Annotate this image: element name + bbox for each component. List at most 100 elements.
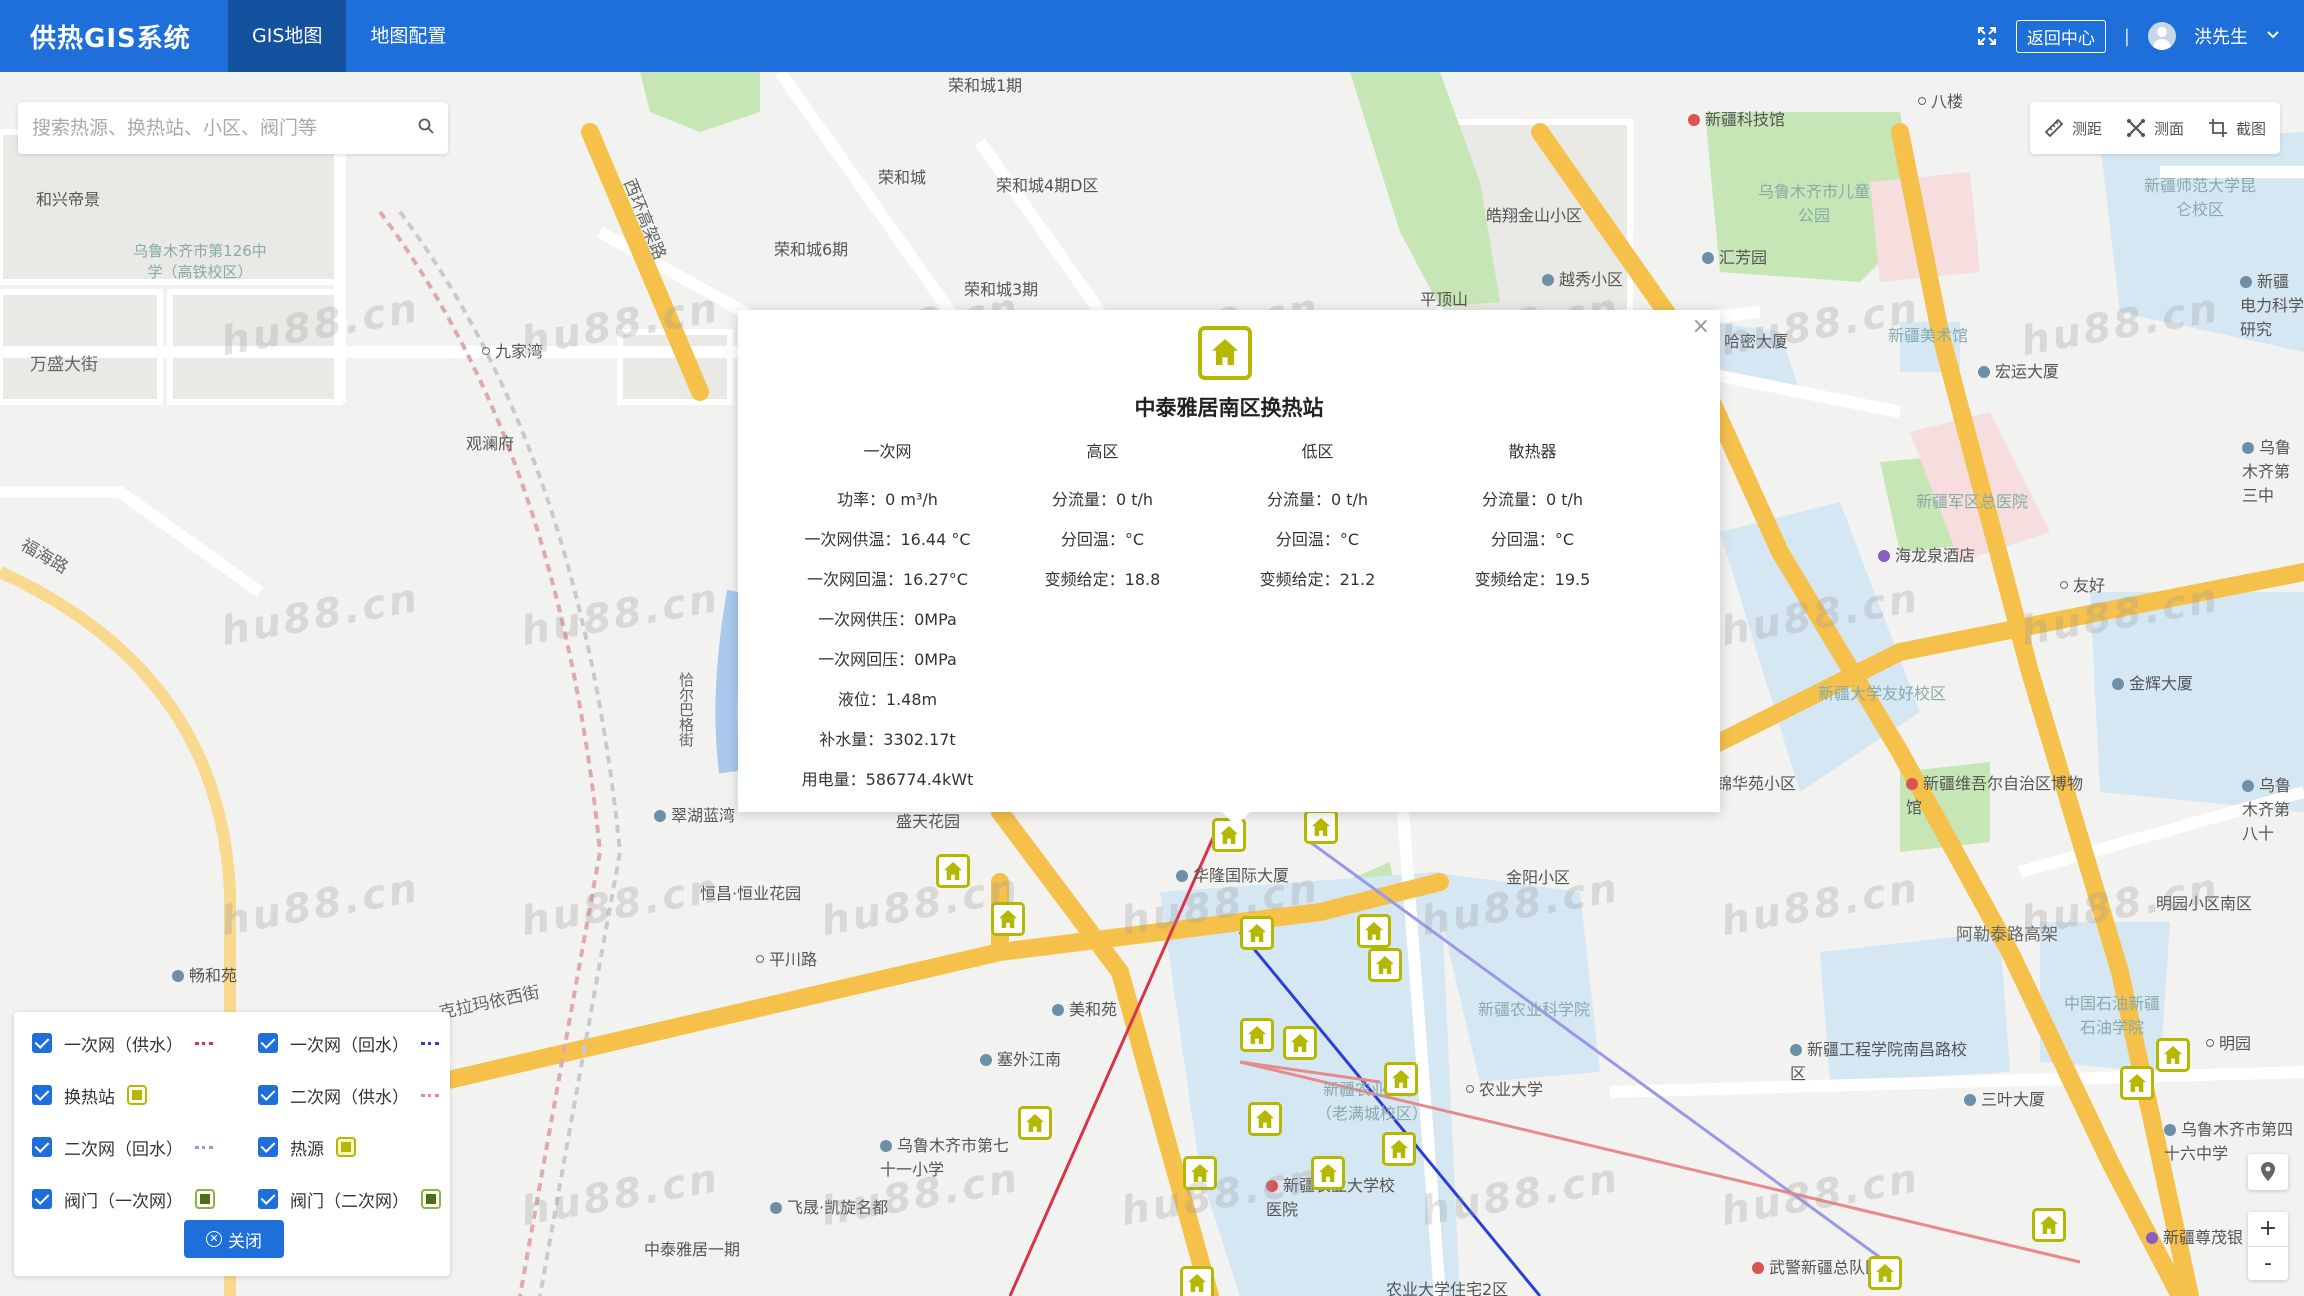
data-row: 一次网供压：0MPa xyxy=(818,610,957,629)
data-row: 分流量：0 t/h xyxy=(1481,490,1584,509)
popup-data-columns: 一次网 功率：0 m³/h 一次网供温：16.44 °C 一次网回温：16.27… xyxy=(738,438,1720,800)
legend-item-heat-station[interactable]: 换热站 xyxy=(32,1084,258,1108)
legend-label: 换热站 xyxy=(64,1087,115,1108)
legend-label: 一次网（供水） xyxy=(64,1035,183,1056)
layer-checkbox[interactable] xyxy=(258,1033,278,1053)
legend-label: 一次网（回水） xyxy=(290,1035,409,1056)
data-row: 分流量：0 t/h xyxy=(1051,490,1154,509)
locate-button[interactable] xyxy=(2248,1154,2288,1190)
search-box xyxy=(18,102,448,154)
heat-station-marker[interactable] xyxy=(1357,914,1391,948)
layer-checkbox[interactable] xyxy=(32,1189,52,1209)
layer-checkbox[interactable] xyxy=(258,1085,278,1105)
map-label: 和兴帝景 xyxy=(36,190,101,209)
top-bar: 供热GIS系统 GIS地图 地图配置 返回中心 | 洪先生 xyxy=(0,0,2304,72)
map-label: 海龙泉酒店 xyxy=(1878,542,1975,566)
heat-station-marker[interactable] xyxy=(2120,1066,2154,1100)
legend-items: 一次网（供水） 一次网（回水） 换热站 二次网（供水） 二次网（回水） 热源 阀… xyxy=(32,1032,458,1212)
data-row: 变频给定：19.5 xyxy=(1474,570,1591,589)
nav-gis-map[interactable]: GIS地图 xyxy=(228,0,347,72)
layer-checkbox[interactable] xyxy=(32,1137,52,1157)
map-label: 畅和苑 xyxy=(172,962,237,986)
layer-legend-panel: 一次网（供水） 一次网（回水） 换热站 二次网（供水） 二次网（回水） 热源 阀… xyxy=(14,1012,450,1276)
heat-station-marker[interactable] xyxy=(1283,1026,1317,1060)
data-row: 一次网回温：16.27°C xyxy=(807,570,968,589)
map-label: 三叶大厦 xyxy=(1964,1086,2045,1110)
zoom-out-button[interactable]: - xyxy=(2248,1246,2288,1280)
legend-item-secondary-return[interactable]: 二次网（回水） xyxy=(32,1136,258,1160)
legend-item-valve-primary[interactable]: 阀门（一次网） xyxy=(32,1188,258,1212)
heat-station-marker[interactable] xyxy=(1248,1102,1282,1136)
search-input[interactable] xyxy=(18,102,398,154)
map-label: 中国石油新疆石油学院 xyxy=(2063,994,2160,1037)
legend-item-valve-secondary[interactable]: 阀门（二次网） xyxy=(258,1188,458,1212)
legend-close-button[interactable]: ✕ 关闭 xyxy=(184,1220,284,1258)
avatar[interactable] xyxy=(2148,22,2176,50)
station-info-popup: × 中泰雅居南区换热站 一次网 功率：0 m³/h 一次网供温：16.44 °C… xyxy=(738,310,1720,826)
map-label: 新疆工程学院南昌路校区 xyxy=(1790,1036,1970,1084)
layer-checkbox[interactable] xyxy=(258,1137,278,1157)
data-row: 分回温：°C xyxy=(1490,530,1575,549)
map-label: 八楼 xyxy=(1918,88,1963,112)
nav-map-config[interactable]: 地图配置 xyxy=(346,0,470,72)
map-label: 农业大学住宅2区 xyxy=(1386,1280,1509,1296)
map-label: 新疆电力科学研究 xyxy=(2240,268,2304,340)
user-name[interactable]: 洪先生 xyxy=(2194,23,2248,49)
heat-station-marker[interactable] xyxy=(1240,1018,1274,1052)
heat-station-marker[interactable] xyxy=(2032,1208,2066,1242)
search-icon[interactable] xyxy=(418,118,434,134)
chevron-down-icon[interactable] xyxy=(2266,28,2280,44)
map-label: 乌鲁木齐市第126中学（高铁校区） xyxy=(133,242,267,281)
popup-close-button[interactable]: × xyxy=(1692,314,1710,339)
legend-item-heat-source[interactable]: 热源 xyxy=(258,1136,458,1160)
legend-label: 阀门（一次网） xyxy=(64,1191,183,1212)
column-header: 一次网 xyxy=(863,442,912,461)
measure-area-tool[interactable]: 测面 xyxy=(2126,118,2184,139)
map-label: 新疆科技馆 xyxy=(1688,106,1785,130)
heat-station-marker[interactable] xyxy=(1384,1062,1418,1096)
layer-checkbox[interactable] xyxy=(258,1189,278,1209)
data-row: 分流量：0 t/h xyxy=(1266,490,1369,509)
data-row: 一次网供温：16.44 °C xyxy=(804,530,971,549)
zoom-in-button[interactable]: + xyxy=(2248,1212,2288,1246)
column-radiator: 散热器 分流量：0 t/h 分回温：°C 变频给定：19.5 xyxy=(1425,438,1640,800)
secondary-return-line-icon xyxy=(195,1145,213,1149)
legend-label: 二次网（回水） xyxy=(64,1139,183,1160)
heat-station-marker[interactable] xyxy=(1368,948,1402,982)
secondary-supply-line-icon xyxy=(421,1093,439,1097)
heat-station-marker[interactable] xyxy=(2156,1038,2190,1072)
heat-station-marker[interactable] xyxy=(1180,1266,1214,1296)
fullscreen-icon[interactable] xyxy=(1976,25,1998,47)
legend-item-primary-supply[interactable]: 一次网（供水） xyxy=(32,1032,258,1056)
map-label: 翠湖蓝湾 xyxy=(654,802,735,826)
column-low-zone: 低区 分流量：0 t/h 分回温：°C 变频给定：21.2 xyxy=(1210,438,1425,800)
return-center-button[interactable]: 返回中心 xyxy=(2015,19,2106,53)
layer-checkbox[interactable] xyxy=(32,1085,52,1105)
data-row: 变频给定：18.8 xyxy=(1044,570,1161,589)
heat-source-icon xyxy=(336,1137,356,1157)
map-label: 恰尔巴格街 xyxy=(677,672,695,747)
heat-station-marker[interactable] xyxy=(1018,1106,1052,1140)
layer-checkbox[interactable] xyxy=(32,1033,52,1053)
column-header: 高区 xyxy=(1086,442,1119,461)
map-label: 塞外江南 xyxy=(980,1046,1061,1070)
legend-item-secondary-supply[interactable]: 二次网（供水） xyxy=(258,1084,458,1108)
close-circle-icon: ✕ xyxy=(206,1231,222,1247)
data-row: 液位：1.48m xyxy=(837,690,938,709)
valve-icon xyxy=(195,1189,215,1209)
map-label: 友好 xyxy=(2060,572,2105,596)
heat-station-marker[interactable] xyxy=(1304,810,1338,844)
map-label: 平顶山 xyxy=(1420,290,1469,309)
map-label: 荣和城1期 xyxy=(948,76,1023,95)
map-label: 汇芳园 xyxy=(1702,244,1767,268)
heat-station-marker[interactable] xyxy=(1868,1256,1902,1290)
column-header: 低区 xyxy=(1301,442,1334,461)
screenshot-tool[interactable]: 截图 xyxy=(2208,118,2266,139)
legend-item-primary-return[interactable]: 一次网（回水） xyxy=(258,1032,458,1056)
heat-station-marker[interactable] xyxy=(1382,1132,1416,1166)
measure-distance-label: 测距 xyxy=(2071,119,2102,138)
measure-distance-tool[interactable]: 测距 xyxy=(2044,118,2102,139)
column-primary-network: 一次网 功率：0 m³/h 一次网供温：16.44 °C 一次网回温：16.27… xyxy=(780,438,995,800)
heat-station-icon xyxy=(1198,326,1252,380)
map-label: 荣和城4期D区 xyxy=(996,176,1099,195)
